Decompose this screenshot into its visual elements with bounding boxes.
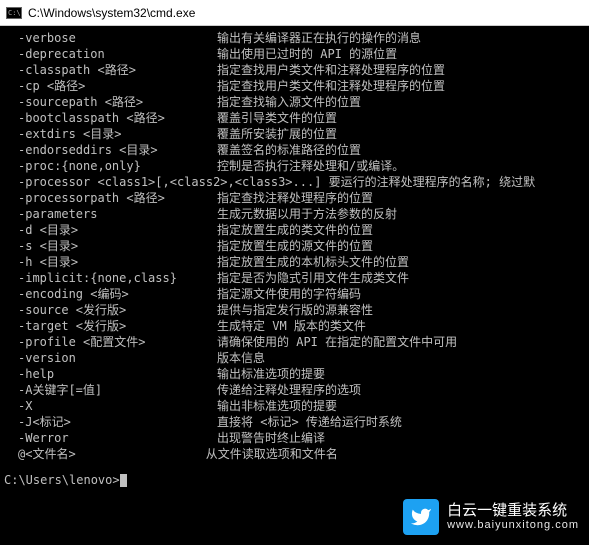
option-description: 传递给注释处理程序的选项 [217,382,587,398]
option-flag: -verbose [2,30,217,46]
option-description: 指定放置生成的源文件的位置 [217,238,587,254]
option-flag: -d <目录> [2,222,217,238]
option-row: -cp <路径>指定查找用户类文件和注释处理程序的位置 [2,78,587,94]
option-row: -h <目录>指定放置生成的本机标头文件的位置 [2,254,587,270]
option-flag: -extdirs <目录> [2,126,217,142]
option-description: 指定是否为隐式引用文件生成类文件 [217,270,587,286]
option-description: 指定放置生成的本机标头文件的位置 [217,254,587,270]
option-row: -version版本信息 [2,350,587,366]
option-flag: -processorpath <路径> [2,190,217,206]
option-flag: -Werror [2,430,217,446]
option-description: 提供与指定发行版的源兼容性 [217,302,587,318]
option-flag: -s <目录> [2,238,217,254]
option-row: -encoding <编码>指定源文件使用的字符编码 [2,286,587,302]
option-description: 生成特定 VM 版本的类文件 [217,318,587,334]
option-description: 版本信息 [217,350,587,366]
option-description: 输出使用已过时的 API 的源位置 [217,46,587,62]
cmd-icon [6,7,22,19]
option-description: 指定查找用户类文件和注释处理程序的位置 [217,78,587,94]
option-description: 指定放置生成的类文件的位置 [217,222,587,238]
bird-icon [403,499,439,535]
option-flag: -implicit:{none,class} [2,270,217,286]
option-flag: -h <目录> [2,254,217,270]
option-flag: -parameters [2,206,217,222]
option-flag: @<文件名> [2,446,76,462]
option-flag: -A关键字[=值] [2,382,217,398]
watermark-url: www.baiyunxitong.com [447,519,579,531]
option-row: -X输出非标准选项的提要 [2,398,587,414]
option-flag: -profile <配置文件> [2,334,217,350]
option-flag: -source <发行版> [2,302,217,318]
option-row: @<文件名>从文件读取选项和文件名 [2,446,587,462]
window-titlebar[interactable]: C:\Windows\system32\cmd.exe [0,0,589,26]
option-flag: -endorseddirs <目录> [2,142,217,158]
terminal-output[interactable]: -verbose输出有关编译器正在执行的操作的消息-deprecation输出使… [0,26,589,492]
watermark-title: 白云一键重装系统 [447,503,579,520]
watermark: 白云一键重装系统 www.baiyunxitong.com [403,499,579,535]
option-description: 请确保使用的 API 在指定的配置文件中可用 [217,334,587,350]
option-description: 输出非标准选项的提要 [217,398,587,414]
option-row: -J<标记>直接将 <标记> 传递给运行时系统 [2,414,587,430]
option-row: -proc:{none,only}控制是否执行注释处理和/或编译。 [2,158,587,174]
option-flag: -encoding <编码> [2,286,217,302]
option-row: -sourcepath <路径>指定查找输入源文件的位置 [2,94,587,110]
option-description: 输出有关编译器正在执行的操作的消息 [217,30,587,46]
option-description: 覆盖所安装扩展的位置 [217,126,587,142]
option-flag: -cp <路径> [2,78,217,94]
prompt-text: C:\Users\lenovo> [4,473,120,487]
option-description: 控制是否执行注释处理和/或编译。 [217,158,587,174]
option-row: -implicit:{none,class}指定是否为隐式引用文件生成类文件 [2,270,587,286]
option-row: -A关键字[=值]传递给注释处理程序的选项 [2,382,587,398]
option-row: -deprecation输出使用已过时的 API 的源位置 [2,46,587,62]
option-row: -s <目录>指定放置生成的源文件的位置 [2,238,587,254]
command-prompt[interactable]: C:\Users\lenovo> [2,472,587,488]
option-flag: -processor <class1>[,<class2>,<class3>..… [2,174,535,190]
option-row: -d <目录>指定放置生成的类文件的位置 [2,222,587,238]
option-row: -processor <class1>[,<class2>,<class3>..… [2,174,587,190]
option-description: 指定查找输入源文件的位置 [217,94,587,110]
option-row: -verbose输出有关编译器正在执行的操作的消息 [2,30,587,46]
option-row: -source <发行版>提供与指定发行版的源兼容性 [2,302,587,318]
option-flag: -version [2,350,217,366]
option-flag: -X [2,398,217,414]
option-description: 覆盖引导类文件的位置 [217,110,587,126]
option-flag: -classpath <路径> [2,62,217,78]
option-row: -Werror出现警告时终止编译 [2,430,587,446]
option-row: -processorpath <路径>指定查找注释处理程序的位置 [2,190,587,206]
option-row: -target <发行版>生成特定 VM 版本的类文件 [2,318,587,334]
option-description: 覆盖签名的标准路径的位置 [217,142,587,158]
option-row: -classpath <路径>指定查找用户类文件和注释处理程序的位置 [2,62,587,78]
option-row: -endorseddirs <目录>覆盖签名的标准路径的位置 [2,142,587,158]
option-description: 输出标准选项的提要 [217,366,587,382]
option-description: 出现警告时终止编译 [217,430,587,446]
option-flag: -deprecation [2,46,217,62]
option-description: 直接将 <标记> 传递给运行时系统 [217,414,587,430]
option-description: 从文件读取选项和文件名 [76,446,587,462]
option-description: 指定查找注释处理程序的位置 [217,190,587,206]
option-flag: -bootclasspath <路径> [2,110,217,126]
option-row: -parameters生成元数据以用于方法参数的反射 [2,206,587,222]
option-flag: -proc:{none,only} [2,158,217,174]
option-flag: -sourcepath <路径> [2,94,217,110]
option-row: -help输出标准选项的提要 [2,366,587,382]
option-flag: -help [2,366,217,382]
option-description: 指定查找用户类文件和注释处理程序的位置 [217,62,587,78]
option-description: 指定源文件使用的字符编码 [217,286,587,302]
option-row: -profile <配置文件>请确保使用的 API 在指定的配置文件中可用 [2,334,587,350]
watermark-text: 白云一键重装系统 www.baiyunxitong.com [447,503,579,532]
option-flag: -target <发行版> [2,318,217,334]
option-row: -extdirs <目录>覆盖所安装扩展的位置 [2,126,587,142]
option-description: 生成元数据以用于方法参数的反射 [217,206,587,222]
cursor [120,474,127,487]
window-title: C:\Windows\system32\cmd.exe [28,6,195,20]
option-row: -bootclasspath <路径>覆盖引导类文件的位置 [2,110,587,126]
option-flag: -J<标记> [2,414,217,430]
